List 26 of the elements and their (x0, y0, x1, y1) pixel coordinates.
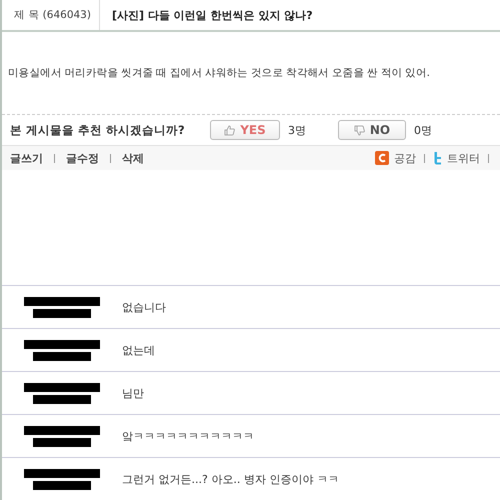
redaction-bar (33, 480, 91, 490)
no-count: 0명 (414, 122, 432, 138)
redaction-bar (33, 438, 91, 446)
share-link[interactable]: 트위터 (447, 150, 480, 166)
action-link[interactable]: 삭제 (122, 150, 144, 166)
redaction-bar (33, 394, 91, 404)
redaction-bar (33, 308, 91, 318)
comment-text: 없습니다 (122, 300, 166, 314)
recommend-question: 본 게시물을 추천 하시겠습니까? (10, 122, 186, 138)
comment-text: 님만 (122, 386, 144, 400)
action-link[interactable]: 글쓰기 (10, 150, 43, 166)
no-button[interactable]: NO (338, 120, 406, 140)
comment-text: 앜ㅋㅋㅋㅋㅋㅋㅋㅋㅋㅋㅋ (122, 428, 254, 444)
redaction-bar (33, 352, 91, 360)
action-link[interactable]: 글수정 (66, 150, 99, 166)
twitter-icon (433, 152, 442, 164)
yes-count: 3명 (288, 122, 306, 138)
title-label: 제 목 (646043) (2, 0, 100, 30)
post-title: [사진] 다들 이런일 한번씩은 있지 않나? (111, 8, 313, 22)
comment-text: 없는데 (122, 342, 155, 358)
share-icon (375, 151, 389, 165)
thumbs-up-icon (224, 124, 236, 136)
thumbs-down-icon (354, 124, 365, 136)
post-body: 미용실에서 머리카락을 씻겨줄 때 집에서 샤워하는 것으로 착각해서 오줌을 싼 적이 있어. (8, 66, 430, 80)
share-link[interactable]: 공감 (394, 150, 416, 166)
comment-text: 그런거 없거든...? 아오.. 병자 인증이야 ㅋㅋ (122, 472, 339, 486)
